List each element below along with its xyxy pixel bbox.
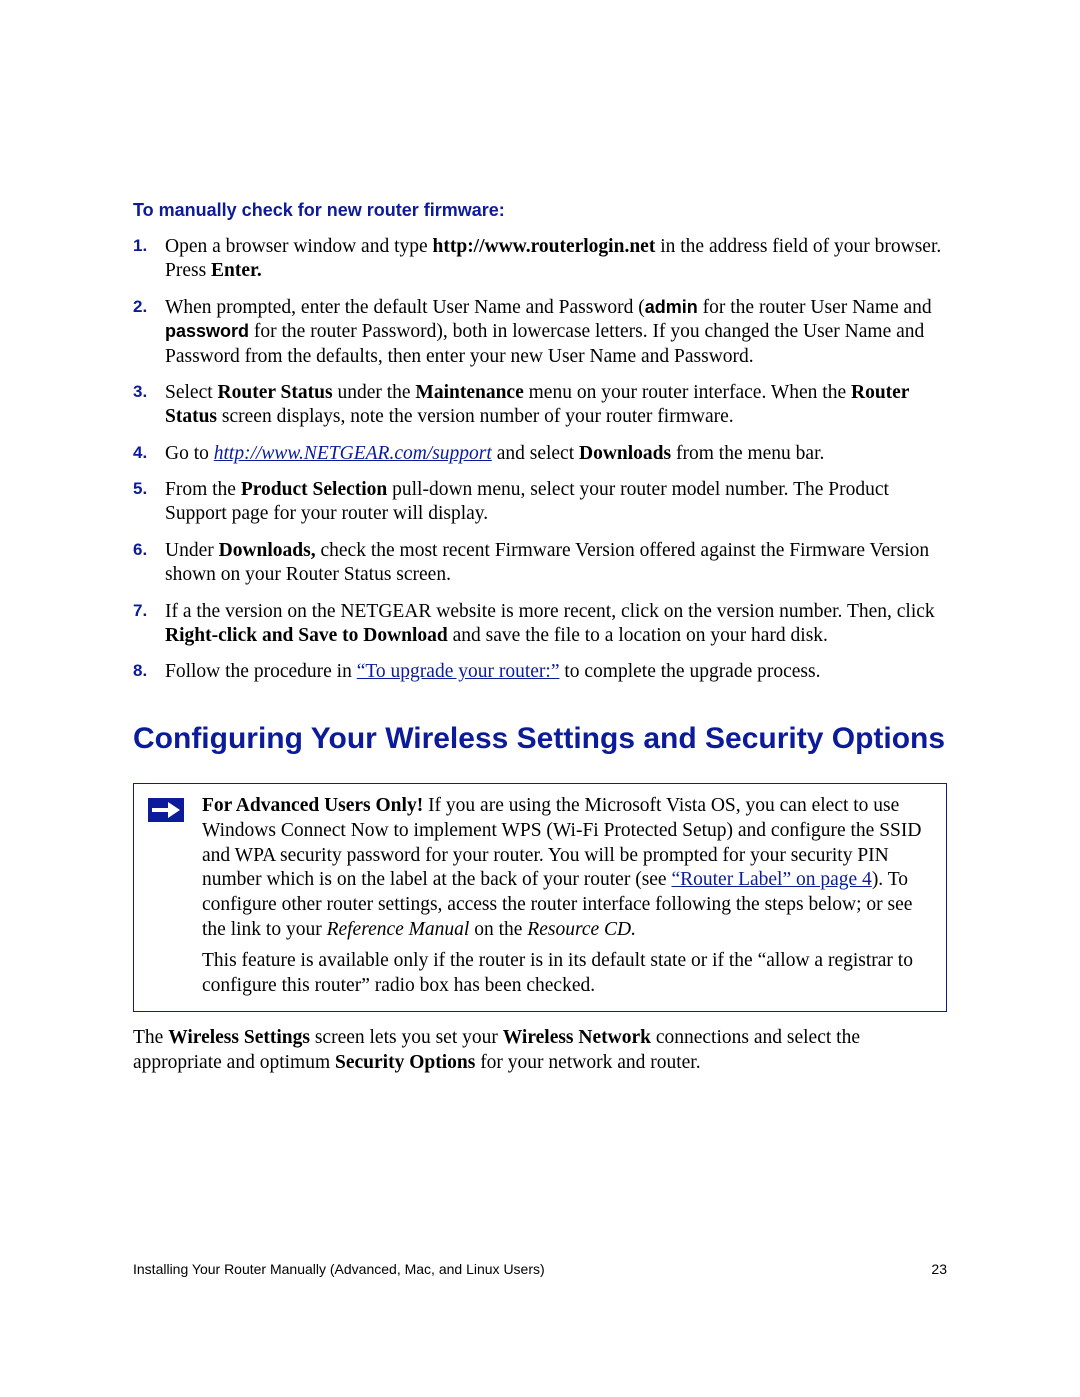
step-number: 7. bbox=[133, 600, 147, 621]
product-selection-label: Product Selection bbox=[241, 479, 387, 500]
step-text: from the menu bar. bbox=[671, 443, 824, 464]
router-status-label: Router Status bbox=[218, 382, 333, 403]
netgear-support-link[interactable]: http://www.NETGEAR.com/support bbox=[214, 443, 492, 464]
advanced-users-lead: For Advanced Users Only! bbox=[202, 795, 423, 816]
reference-manual-label: Reference Manual bbox=[327, 919, 470, 940]
step-text: under the bbox=[333, 382, 416, 403]
page-number: 23 bbox=[931, 1261, 947, 1277]
section-heading-wireless-settings: Configuring Your Wireless Settings and S… bbox=[133, 721, 947, 757]
text: The bbox=[133, 1027, 168, 1048]
step-text: and select bbox=[492, 443, 579, 464]
after-box-paragraph: The Wireless Settings screen lets you se… bbox=[133, 1026, 947, 1076]
subheading-firmware-check: To manually check for new router firmwar… bbox=[133, 200, 947, 221]
note-paragraph-1: For Advanced Users Only! If you are usin… bbox=[202, 794, 932, 944]
step-text: to complete the upgrade process. bbox=[559, 661, 820, 682]
step-text: Under bbox=[165, 540, 219, 561]
upgrade-router-link[interactable]: “To upgrade your router:” bbox=[357, 661, 560, 682]
step-8: 8. Follow the procedure in “To upgrade y… bbox=[133, 660, 947, 684]
step-number: 3. bbox=[133, 381, 147, 402]
router-label-link[interactable]: “Router Label” on page 4 bbox=[671, 869, 871, 890]
note-body: For Advanced Users Only! If you are usin… bbox=[202, 794, 932, 1000]
step-text: menu on your router interface. When the bbox=[524, 382, 851, 403]
step-number: 1. bbox=[133, 235, 147, 256]
step-number: 6. bbox=[133, 539, 147, 560]
page: To manually check for new router firmwar… bbox=[0, 0, 1080, 1397]
maintenance-label: Maintenance bbox=[415, 382, 523, 403]
steps-list: 1. Open a browser window and type http:/… bbox=[133, 235, 947, 685]
enter-key: Enter. bbox=[211, 260, 262, 281]
step-6: 6. Under Downloads, check the most recen… bbox=[133, 539, 947, 588]
step-number: 4. bbox=[133, 442, 147, 463]
step-number: 8. bbox=[133, 660, 147, 681]
step-text: Open a browser window and type bbox=[165, 236, 433, 257]
step-text: From the bbox=[165, 479, 241, 500]
text: screen lets you set your bbox=[310, 1027, 503, 1048]
step-2: 2. When prompted, enter the default User… bbox=[133, 296, 947, 369]
step-text: for the router Password), both in lowerc… bbox=[165, 321, 924, 366]
resource-cd-label: Resource CD. bbox=[527, 919, 636, 940]
step-text: and save the file to a location on your … bbox=[448, 625, 828, 646]
downloads-label: Downloads, bbox=[219, 540, 316, 561]
wireless-network-label: Wireless Network bbox=[503, 1027, 651, 1048]
step-text: Select bbox=[165, 382, 218, 403]
arrow-icon bbox=[148, 798, 184, 830]
step-5: 5. From the Product Selection pull-down … bbox=[133, 478, 947, 527]
step-text: When prompted, enter the default User Na… bbox=[165, 297, 645, 318]
step-3: 3. Select Router Status under the Mainte… bbox=[133, 381, 947, 430]
step-text: for the router User Name and bbox=[698, 297, 932, 318]
step-text: Go to bbox=[165, 443, 214, 464]
url-text: http://www.routerlogin.net bbox=[433, 236, 656, 257]
step-1: 1. Open a browser window and type http:/… bbox=[133, 235, 947, 284]
wireless-settings-label: Wireless Settings bbox=[168, 1027, 310, 1048]
note-box: For Advanced Users Only! If you are usin… bbox=[133, 783, 947, 1013]
admin-label: admin bbox=[645, 297, 698, 317]
right-click-save-label: Right-click and Save to Download bbox=[165, 625, 448, 646]
downloads-label: Downloads bbox=[579, 443, 671, 464]
step-7: 7. If a the version on the NETGEAR websi… bbox=[133, 600, 947, 649]
security-options-label: Security Options bbox=[335, 1052, 475, 1073]
note-text: on the bbox=[469, 919, 527, 940]
step-number: 2. bbox=[133, 296, 147, 317]
step-text: Follow the procedure in bbox=[165, 661, 357, 682]
step-text: screen displays, note the version number… bbox=[217, 406, 734, 427]
note-paragraph-2: This feature is available only if the ro… bbox=[202, 949, 932, 999]
step-text: If a the version on the NETGEAR website … bbox=[165, 601, 935, 622]
password-label: password bbox=[165, 321, 249, 341]
page-footer: Installing Your Router Manually (Advance… bbox=[133, 1261, 947, 1277]
step-4: 4. Go to http://www.NETGEAR.com/support … bbox=[133, 442, 947, 466]
text: for your network and router. bbox=[475, 1052, 700, 1073]
step-number: 5. bbox=[133, 478, 147, 499]
footer-title: Installing Your Router Manually (Advance… bbox=[133, 1261, 545, 1277]
